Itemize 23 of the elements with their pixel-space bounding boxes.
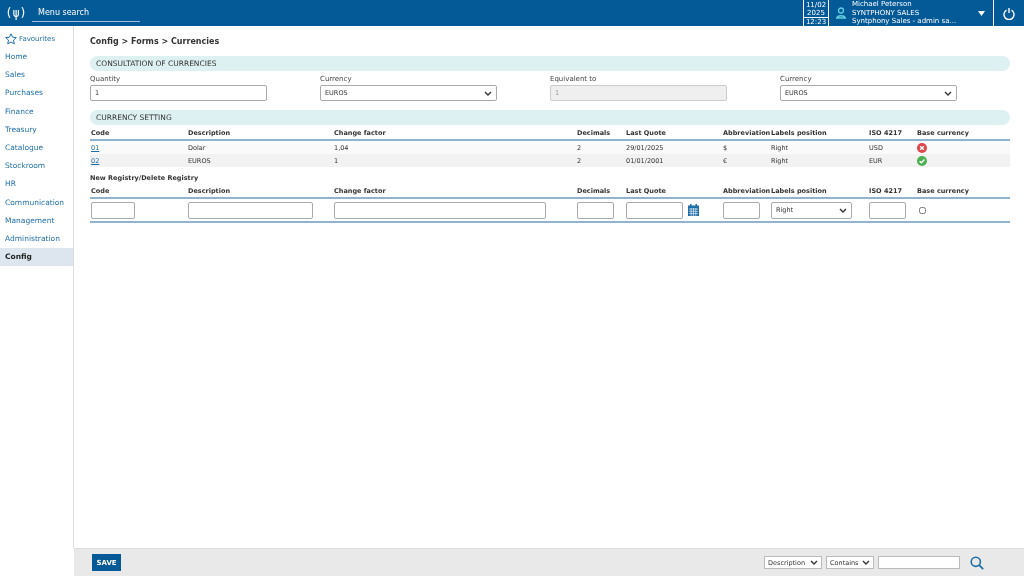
breadcrumb: Config > Forms > Currencies <box>90 36 221 48</box>
caret-icon <box>484 90 492 96</box>
input-field[interactable] <box>577 201 614 219</box>
calendar-icon[interactable] <box>688 204 699 216</box>
input-field[interactable] <box>723 201 760 219</box>
input-field[interactable] <box>334 201 546 219</box>
checkbox[interactable] <box>919 206 926 214</box>
input-field[interactable] <box>91 201 135 219</box>
date-field[interactable] <box>626 201 683 219</box>
input-field[interactable] <box>188 201 313 219</box>
user-icon <box>835 7 847 19</box>
search-icon[interactable] <box>970 555 984 570</box>
input-field[interactable] <box>869 201 906 219</box>
filter-input-field[interactable] <box>878 556 960 569</box>
menu-search-field[interactable]: Menu search <box>32 3 140 22</box>
star-icon <box>5 33 17 45</box>
caret-icon <box>810 560 818 565</box>
caret-icon <box>862 560 870 565</box>
power-icon <box>1003 6 1015 20</box>
logo[interactable]: (ψ) <box>0 0 32 26</box>
caret-icon <box>978 10 985 16</box>
caret-icon <box>839 207 847 213</box>
caret-icon <box>944 90 952 96</box>
